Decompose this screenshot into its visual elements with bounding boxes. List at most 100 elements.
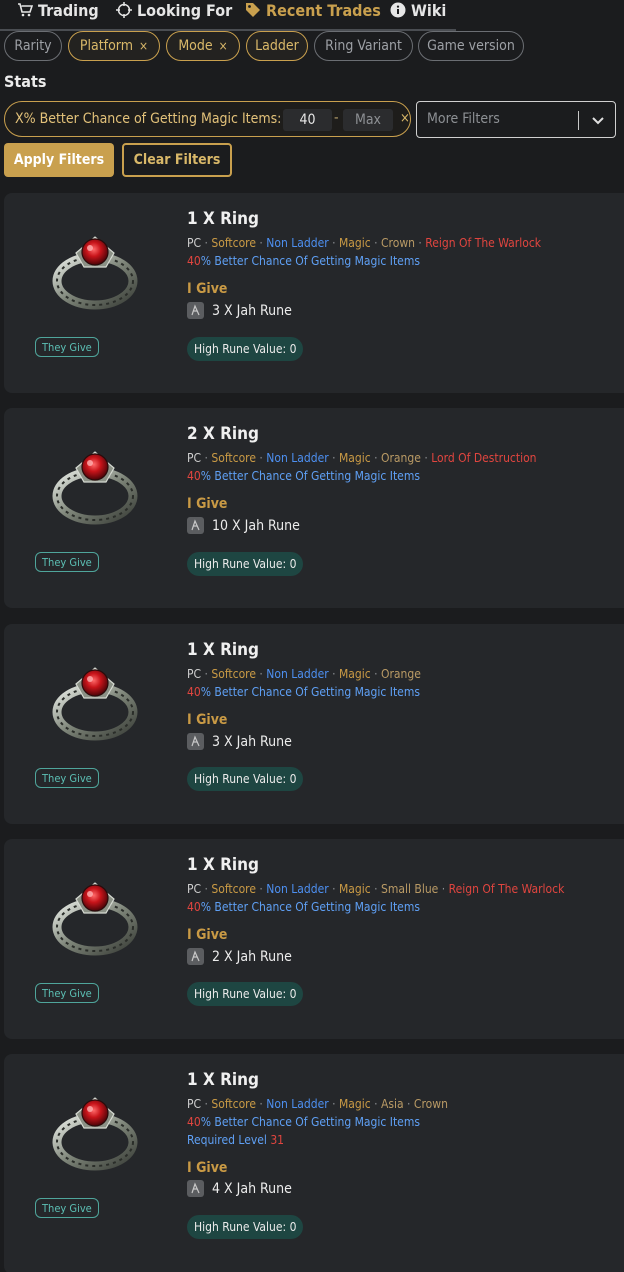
i-give-label: I Give	[187, 1160, 228, 1176]
give-item-label: 3 X Jah Rune	[212, 302, 292, 319]
info-icon	[390, 2, 406, 18]
ring-image	[52, 1097, 138, 1171]
chip-label: Platform	[79, 38, 134, 54]
item-property: 40% Better Chance Of Getting Magic Items	[187, 469, 420, 483]
chip-label: Ring Variant	[325, 38, 402, 54]
meta-event: Reign Of The Warlock	[425, 236, 542, 250]
item-property: 40% Better Chance Of Getting Magic Items	[187, 685, 420, 699]
stat-max-input[interactable]: Max	[343, 109, 393, 131]
listing-meta: PC · Softcore · Non Ladder · Magic · Ora…	[187, 451, 537, 465]
give-item-label: 3 X Jah Rune	[212, 733, 292, 750]
select-divider	[578, 111, 579, 130]
meta-mode: Softcore	[211, 667, 256, 681]
clear-filters-button[interactable]: Clear Filters	[122, 143, 232, 177]
ring-image	[52, 667, 138, 741]
filter-chip-rarity[interactable]: Rarity	[4, 31, 62, 61]
give-item: 10 X Jah Rune	[187, 517, 300, 534]
trade-card[interactable]: They Give 1 X Ring PC · Softcore · Non L…	[4, 624, 624, 824]
give-item: 3 X Jah Rune	[187, 733, 292, 750]
chip-label: Game version	[427, 38, 515, 54]
high-rune-value-badge: High Rune Value: 0	[187, 552, 304, 576]
tab-recent-trades[interactable]: Recent Trades	[245, 0, 381, 23]
they-give-badge: They Give	[35, 768, 99, 788]
more-filters-select[interactable]: More Filters	[416, 101, 616, 138]
trade-card[interactable]: They Give 1 X Ring PC · Softcore · Non L…	[4, 193, 624, 393]
meta-ladder: Non Ladder	[266, 236, 329, 250]
remove-chip-icon[interactable]: ×	[139, 39, 148, 53]
tab-looking-for[interactable]: Looking For	[116, 0, 232, 23]
chip-label: Ladder	[255, 38, 299, 54]
listing-meta: PC · Softcore · Non Ladder · Magic · Cro…	[187, 236, 542, 250]
meta-ladder: Non Ladder	[266, 667, 329, 681]
meta-event: Reign Of The Warlock	[448, 882, 565, 896]
i-give-label: I Give	[187, 927, 228, 943]
meta-event: Lord Of Destruction	[431, 451, 537, 465]
meta-platform: PC	[187, 451, 202, 465]
ring-image	[52, 236, 138, 310]
rune-icon	[187, 517, 204, 534]
i-give-label: I Give	[187, 496, 228, 512]
give-item: 2 X Jah Rune	[187, 948, 292, 965]
listing-title: 1 X Ring	[187, 640, 259, 660]
trade-card[interactable]: They Give 2 X Ring PC · Softcore · Non L…	[4, 408, 624, 608]
give-item-label: 4 X Jah Rune	[212, 1180, 292, 1197]
apply-filters-button[interactable]: Apply Filters	[4, 143, 114, 177]
meta-mode: Softcore	[211, 1097, 256, 1111]
ring-image	[52, 882, 138, 956]
stat-filter-name: X% Better Chance of Getting Magic Items:	[15, 111, 282, 127]
listing-meta: PC · Softcore · Non Ladder · Magic · Ora…	[187, 667, 421, 681]
rune-icon	[187, 733, 204, 750]
rune-icon	[187, 948, 204, 965]
listing-title: 1 X Ring	[187, 209, 259, 229]
i-give-label: I Give	[187, 281, 228, 297]
item-property: 40% Better Chance Of Getting Magic Items	[187, 900, 420, 914]
property-text: % Better Chance Of Getting Magic Items	[200, 1115, 420, 1129]
range-separator: -	[334, 110, 339, 126]
more-filters-placeholder: More Filters	[427, 111, 500, 127]
meta-rarity: Magic	[338, 882, 371, 896]
tab-label: Wiki	[411, 0, 447, 20]
property-value: 40	[187, 1115, 201, 1129]
item-property: 40% Better Chance Of Getting Magic Items	[187, 1115, 420, 1129]
meta-rarity: Magic	[338, 236, 371, 250]
i-give-label: I Give	[187, 712, 228, 728]
listing-title: 2 X Ring	[187, 424, 259, 444]
property-text: % Better Chance Of Getting Magic Items	[200, 254, 420, 268]
required-level: Required Level 31	[187, 1133, 284, 1147]
remove-chip-icon[interactable]: ×	[219, 39, 228, 53]
trade-card[interactable]: They Give 1 X Ring PC · Softcore · Non L…	[4, 839, 624, 1039]
they-give-badge: They Give	[35, 552, 99, 572]
filter-chip-ring-variant[interactable]: Ring Variant	[314, 31, 413, 61]
tab-label: Trading	[38, 0, 99, 20]
tab-label: Looking For	[137, 0, 233, 20]
they-give-badge: They Give	[35, 983, 99, 1003]
stat-min-input[interactable]: 40	[283, 109, 332, 131]
rune-icon	[187, 1180, 204, 1197]
filter-chip-mode[interactable]: Mode ×	[166, 31, 240, 61]
property-value: 40	[187, 469, 201, 483]
meta-platform: PC	[187, 1097, 202, 1111]
meta-variant: Crown	[381, 236, 415, 250]
property-text: % Better Chance Of Getting Magic Items	[200, 469, 420, 483]
filter-chip-platform[interactable]: Platform ×	[68, 31, 160, 61]
chip-label: Mode	[178, 38, 213, 54]
remove-stat-icon[interactable]: ×	[400, 111, 410, 126]
rune-icon	[187, 302, 204, 319]
meta-variant: Crown	[413, 1097, 448, 1111]
tab-wiki[interactable]: Wiki	[390, 0, 446, 23]
they-give-badge: They Give	[35, 337, 99, 357]
meta-platform: PC	[187, 667, 202, 681]
high-rune-value-badge: High Rune Value: 0	[187, 1215, 304, 1239]
crosshair-icon	[116, 2, 132, 18]
listing-title: 1 X Ring	[187, 855, 259, 875]
tab-trading[interactable]: Trading	[17, 0, 99, 23]
filter-chip-game-version[interactable]: Game version	[418, 31, 524, 61]
chevron-down-icon[interactable]	[590, 112, 606, 128]
item-property: 40% Better Chance Of Getting Magic Items	[187, 254, 420, 268]
meta-region: Asia	[381, 1097, 404, 1111]
meta-rarity: Magic	[338, 451, 371, 465]
filter-chip-ladder[interactable]: Ladder	[246, 31, 308, 61]
give-item: 3 X Jah Rune	[187, 302, 292, 319]
trade-card[interactable]: They Give 1 X Ring PC · Softcore · Non L…	[4, 1054, 624, 1272]
give-item: 4 X Jah Rune	[187, 1180, 292, 1197]
